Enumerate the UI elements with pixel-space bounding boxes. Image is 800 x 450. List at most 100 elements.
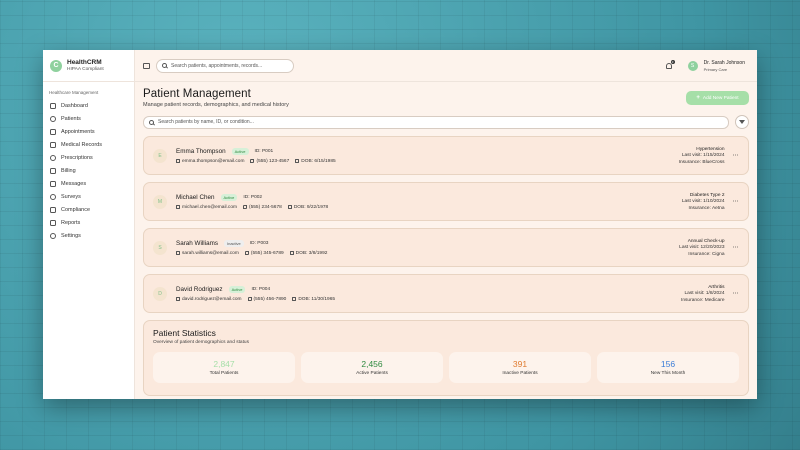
app-window: C HealthCRM HIPAA Compliant Healthcare M…	[43, 50, 757, 399]
avatar[interactable]: S	[687, 60, 698, 71]
add-patient-label: Add New Patient	[702, 95, 739, 101]
sidebar-item-messages[interactable]: Messages	[43, 177, 134, 190]
brand-logo: C	[50, 59, 62, 72]
phone-icon	[247, 297, 252, 301]
file-icon	[50, 141, 56, 148]
gear-icon	[50, 232, 56, 239]
stat-value: 2,456	[361, 359, 383, 369]
users-icon	[50, 115, 56, 122]
sidebar-item-label: Settings	[61, 232, 81, 239]
patient-search-input[interactable]: Search patients by name, ID, or conditio…	[143, 115, 729, 129]
patient-last-visit: Last visit: 12/20/2023	[679, 245, 725, 250]
more-options-icon[interactable]: ⋯	[733, 290, 740, 297]
message-icon	[50, 180, 56, 187]
patient-dob: DOB: 3/8/1992	[295, 250, 328, 256]
patient-dob: DOB: 9/22/1978	[293, 204, 329, 210]
brand-name: HealthCRM	[67, 59, 102, 66]
stat-box: 391 Inactive Patients	[449, 352, 591, 383]
patient-statistics: Patient Statistics Overview of patient d…	[143, 320, 749, 396]
sidebar-item-settings[interactable]: Settings	[43, 229, 134, 242]
sidebar-item-patients[interactable]: Patients	[43, 112, 134, 125]
calendar-icon	[287, 205, 292, 209]
patient-card[interactable]: S Sarah Williams Inactive ID: P003 sarah…	[143, 228, 749, 267]
patient-avatar: M	[153, 194, 167, 209]
phone-icon	[250, 159, 255, 163]
sidebar-section-title: Healthcare Management	[49, 90, 99, 95]
sidebar-item-label: Reports	[61, 219, 81, 226]
main-area: Search patients, appointments, records..…	[135, 50, 757, 399]
mail-icon	[176, 159, 180, 163]
filter-button[interactable]	[735, 115, 749, 129]
patient-phone: (555) 234-5678	[249, 204, 282, 210]
patient-avatar: S	[153, 240, 167, 255]
sidebar-item-reports[interactable]: Reports	[43, 216, 134, 229]
patient-phone: (555) 345-6789	[250, 250, 284, 256]
global-search-input[interactable]: Search patients, appointments, records..…	[156, 58, 294, 73]
patient-phone: (555) 456-7890	[253, 296, 287, 302]
user-role: Primary Care	[703, 66, 728, 72]
stat-box: 2,456 Active Patients	[301, 352, 443, 383]
patient-avatar: E	[153, 148, 167, 163]
sidebar-item-label: Surveys	[61, 193, 81, 200]
bell-icon[interactable]: 3	[665, 59, 675, 69]
pill-icon	[50, 154, 56, 161]
sidebar-item-label: Prescriptions	[61, 154, 93, 161]
calendar-icon	[50, 128, 56, 135]
patient-card[interactable]: E Emma Thompson Active ID: P001 emma.tho…	[143, 136, 749, 175]
search-icon	[149, 119, 154, 125]
brand[interactable]: C HealthCRM HIPAA Compliant	[43, 50, 134, 82]
sidebar-item-compliance[interactable]: Compliance	[43, 203, 134, 216]
plus-icon: +	[696, 95, 700, 101]
patient-insurance: Insurance: Medicare	[681, 297, 725, 303]
mail-icon	[176, 297, 180, 301]
sidebar-toggle-icon[interactable]	[143, 62, 150, 69]
stat-value: 2,847	[213, 359, 235, 369]
patient-condition: Arthritis	[708, 284, 725, 290]
page-subtitle: Manage patient records, demographics, an…	[143, 102, 289, 108]
filter-icon	[739, 120, 745, 124]
sidebar-item-appointments[interactable]: Appointments	[43, 125, 134, 138]
sidebar-item-prescriptions[interactable]: Prescriptions	[43, 151, 134, 164]
sidebar-item-label: Messages	[61, 180, 87, 187]
stats-title: Patient Statistics	[153, 328, 216, 338]
add-patient-button[interactable]: + Add New Patient	[686, 91, 749, 105]
patient-condition: Diabetes Type 2	[689, 192, 725, 198]
patient-id: ID: P004	[251, 286, 271, 292]
patient-name: Michael Chen	[176, 193, 215, 201]
calendar-icon	[289, 251, 294, 255]
home-icon	[50, 102, 56, 109]
sidebar-item-billing[interactable]: Billing	[43, 164, 134, 177]
more-options-icon[interactable]: ⋯	[733, 244, 740, 251]
stat-label: Inactive Patients	[502, 371, 538, 376]
global-search-placeholder: Search patients, appointments, records..…	[171, 62, 263, 69]
calendar-icon	[292, 297, 297, 301]
survey-icon	[50, 193, 56, 200]
sidebar-nav: Dashboard Patients Appointments Medical Rec…	[43, 99, 134, 242]
content: Patient Management Manage patient record…	[135, 82, 757, 396]
patient-card[interactable]: M Michael Chen Active ID: P002 michael.c…	[143, 182, 749, 221]
user-menu[interactable]: Dr. Sarah Johnson Primary Care	[704, 60, 745, 72]
patient-email: emma.thompson@email.com	[182, 158, 245, 164]
patient-list: E Emma Thompson Active ID: P001 emma.tho…	[143, 136, 749, 313]
notification-badge: 3	[670, 59, 675, 64]
patient-email: david.rodriguez@email.com	[182, 296, 242, 302]
patient-id: ID: P002	[243, 194, 263, 200]
stat-value: 156	[660, 359, 676, 369]
patient-phone: (555) 123-4567	[256, 158, 290, 164]
sidebar-item-dashboard[interactable]: Dashboard	[43, 99, 134, 112]
patient-card[interactable]: D David Rodriguez Active ID: P004 david.…	[143, 274, 749, 313]
stat-box: 2,847 Total Patients	[153, 352, 295, 383]
more-options-icon[interactable]: ⋯	[733, 198, 740, 205]
page-title: Patient Management	[143, 88, 251, 100]
stat-label: New This Month	[650, 371, 686, 376]
more-options-icon[interactable]: ⋯	[733, 152, 740, 159]
sidebar-item-surveys[interactable]: Surveys	[43, 190, 134, 203]
patient-insurance: Insurance: Aetna	[688, 205, 725, 211]
patient-condition: Annual Check-up	[687, 238, 725, 244]
sidebar-item-label: Dashboard	[61, 102, 88, 109]
patient-id: ID: P003	[249, 240, 269, 246]
status-badge: Active	[228, 285, 246, 293]
patient-dob: DOB: 11/30/1965	[298, 296, 336, 302]
mail-icon	[176, 205, 180, 209]
sidebar-item-medical-records[interactable]: Medical Records	[43, 138, 134, 151]
